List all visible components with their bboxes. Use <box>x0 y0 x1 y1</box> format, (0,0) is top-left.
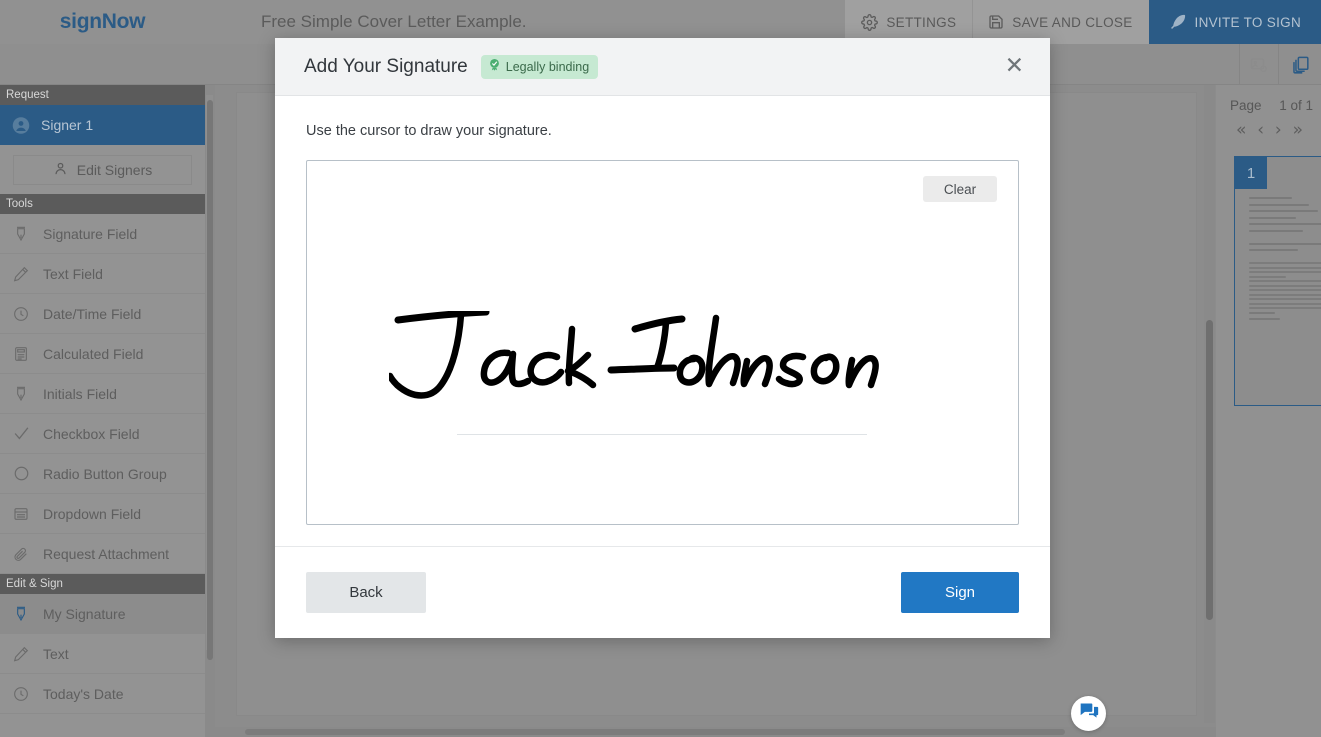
signature-baseline <box>457 434 867 435</box>
sidebar-scrollbar-thumb[interactable] <box>207 100 213 660</box>
sidebar-item-label: Date/Time Field <box>43 305 142 322</box>
pen-nib-icon <box>12 226 30 242</box>
pages-panel: Page 1 of 1 « ‹ › » 1 <box>1216 85 1321 737</box>
sidebar-section-header-edit-and-sign: Edit & Sign <box>0 574 205 594</box>
page-label: Page <box>1230 98 1262 113</box>
signnow-logo[interactable]: signNow <box>0 10 205 34</box>
first-page-button[interactable]: « <box>1236 122 1246 139</box>
sidebar-item-radio-button-group[interactable]: Radio Button Group <box>0 454 205 494</box>
check-icon <box>12 425 30 442</box>
copy-pages-icon[interactable] <box>1281 44 1321 85</box>
document-horizontal-scrollbar-thumb[interactable] <box>245 729 1065 735</box>
last-page-button[interactable]: » <box>1293 122 1303 139</box>
settings-label: SETTINGS <box>886 14 957 30</box>
edit-signers-label: Edit Signers <box>76 162 153 178</box>
logo-text-now: Now <box>101 10 146 33</box>
save-and-close-label: SAVE AND CLOSE <box>1012 14 1133 30</box>
invite-to-sign-button[interactable]: INVITE TO SIGN <box>1148 0 1321 44</box>
sidebar-item-checkbox-field[interactable]: Checkbox Field <box>0 414 205 454</box>
page-thumbnail[interactable]: 1 <box>1234 156 1321 406</box>
sidebar-item-text-field[interactable]: Text Field <box>0 254 205 294</box>
legally-binding-label: Legally binding <box>505 59 590 74</box>
chat-bubbles-icon <box>1079 701 1099 726</box>
pencil-icon <box>12 266 30 282</box>
circle-icon <box>12 466 30 481</box>
page-navigation: « ‹ › » <box>1216 113 1321 139</box>
sidebar-item-signer-1[interactable]: Signer 1 <box>0 105 205 145</box>
sidebar-item-label: Text <box>43 645 69 662</box>
sidebar-item-label: Checkbox Field <box>43 425 140 442</box>
modal-header: Add Your Signature Legally binding ✕ <box>275 38 1050 96</box>
sign-button[interactable]: Sign <box>901 572 1019 613</box>
sidebar-item-label: Today's Date <box>43 685 124 702</box>
paperclip-icon <box>12 546 30 562</box>
sidebar-item-label: My Signature <box>43 605 126 622</box>
sidebar-item-label: Radio Button Group <box>43 465 167 482</box>
sidebar-item-text[interactable]: Text <box>0 634 205 674</box>
sidebar-item-calculated-field[interactable]: Calculated Field <box>0 334 205 374</box>
sidebar-item-request-attachment[interactable]: Request Attachment <box>0 534 205 574</box>
verified-rosette-icon <box>488 58 501 75</box>
modal-footer: Back Sign <box>275 546 1050 638</box>
pages-panel-header: Page 1 of 1 <box>1216 85 1321 113</box>
drawn-signature <box>389 311 879 399</box>
clock-icon <box>12 686 30 702</box>
floppy-disk-icon <box>988 14 1004 30</box>
legally-binding-badge: Legally binding <box>480 54 599 79</box>
page-thumbnail-preview <box>1249 197 1321 325</box>
sidebar-item-label: Dropdown Field <box>43 505 142 522</box>
page-count: 1 of 1 <box>1279 98 1313 113</box>
sidebar-item-date-time-field[interactable]: Date/Time Field <box>0 294 205 334</box>
modal-instruction: Use the cursor to draw your signature. <box>306 123 552 139</box>
page-thumbnail-number: 1 <box>1235 157 1267 189</box>
user-avatar-icon <box>12 116 30 135</box>
signature-drawing-pad[interactable]: Clear <box>306 160 1019 525</box>
sidebar-item-my-signature[interactable]: My Signature <box>0 594 205 634</box>
calculator-icon <box>12 346 30 362</box>
sidebar-item-dropdown-field[interactable]: Dropdown Field <box>0 494 205 534</box>
left-sidebar: Request Signer 1 Edit Signers Tools Sign… <box>0 85 205 737</box>
edit-signers-button[interactable]: Edit Signers <box>13 155 192 185</box>
sidebar-item-initials-field[interactable]: Initials Field <box>0 374 205 414</box>
gear-icon <box>861 13 879 31</box>
edit-image-icon[interactable] <box>1239 44 1279 85</box>
sidebar-item-signature-field[interactable]: Signature Field <box>0 214 205 254</box>
feather-quill-icon <box>1169 13 1187 31</box>
page-thumbnail-list: 1 <box>1216 156 1321 406</box>
close-icon[interactable]: ✕ <box>1001 53 1028 80</box>
chat-support-button[interactable] <box>1071 696 1106 731</box>
modal-title: Add Your Signature <box>304 55 468 77</box>
invite-to-sign-label: INVITE TO SIGN <box>1194 14 1301 30</box>
pen-nib-icon <box>12 606 30 622</box>
document-title: Free Simple Cover Letter Example. <box>261 12 527 31</box>
next-page-button[interactable]: › <box>1275 122 1282 139</box>
clear-button[interactable]: Clear <box>923 176 997 202</box>
document-vertical-scrollbar-thumb[interactable] <box>1206 320 1213 620</box>
add-signature-modal: Add Your Signature Legally binding ✕ Use… <box>275 38 1050 638</box>
sidebar-item-label: Initials Field <box>43 385 117 402</box>
person-icon <box>53 161 68 179</box>
sidebar-section-header-request: Request <box>0 85 205 105</box>
sidebar-section-header-tools: Tools <box>0 194 205 214</box>
sidebar-item-label: Text Field <box>43 265 103 282</box>
edit-signers-container: Edit Signers <box>0 145 205 194</box>
pencil-icon <box>12 646 30 662</box>
sidebar-item-label: Signature Field <box>43 225 138 242</box>
modal-body: Use the cursor to draw your signature. C… <box>275 96 1050 546</box>
logo-text-sign: sign <box>59 10 102 33</box>
prev-page-button[interactable]: ‹ <box>1257 122 1264 139</box>
clock-icon <box>12 306 30 322</box>
document-horizontal-scrollbar-track[interactable] <box>215 727 1216 737</box>
sidebar-item-todays-date[interactable]: Today's Date <box>0 674 205 714</box>
dropdown-icon <box>12 506 30 522</box>
sidebar-item-label: Calculated Field <box>43 345 144 362</box>
back-button[interactable]: Back <box>306 572 426 613</box>
sidebar-item-label: Request Attachment <box>43 545 170 562</box>
pen-nib-icon <box>12 386 30 402</box>
sidebar-item-label: Signer 1 <box>41 117 94 133</box>
